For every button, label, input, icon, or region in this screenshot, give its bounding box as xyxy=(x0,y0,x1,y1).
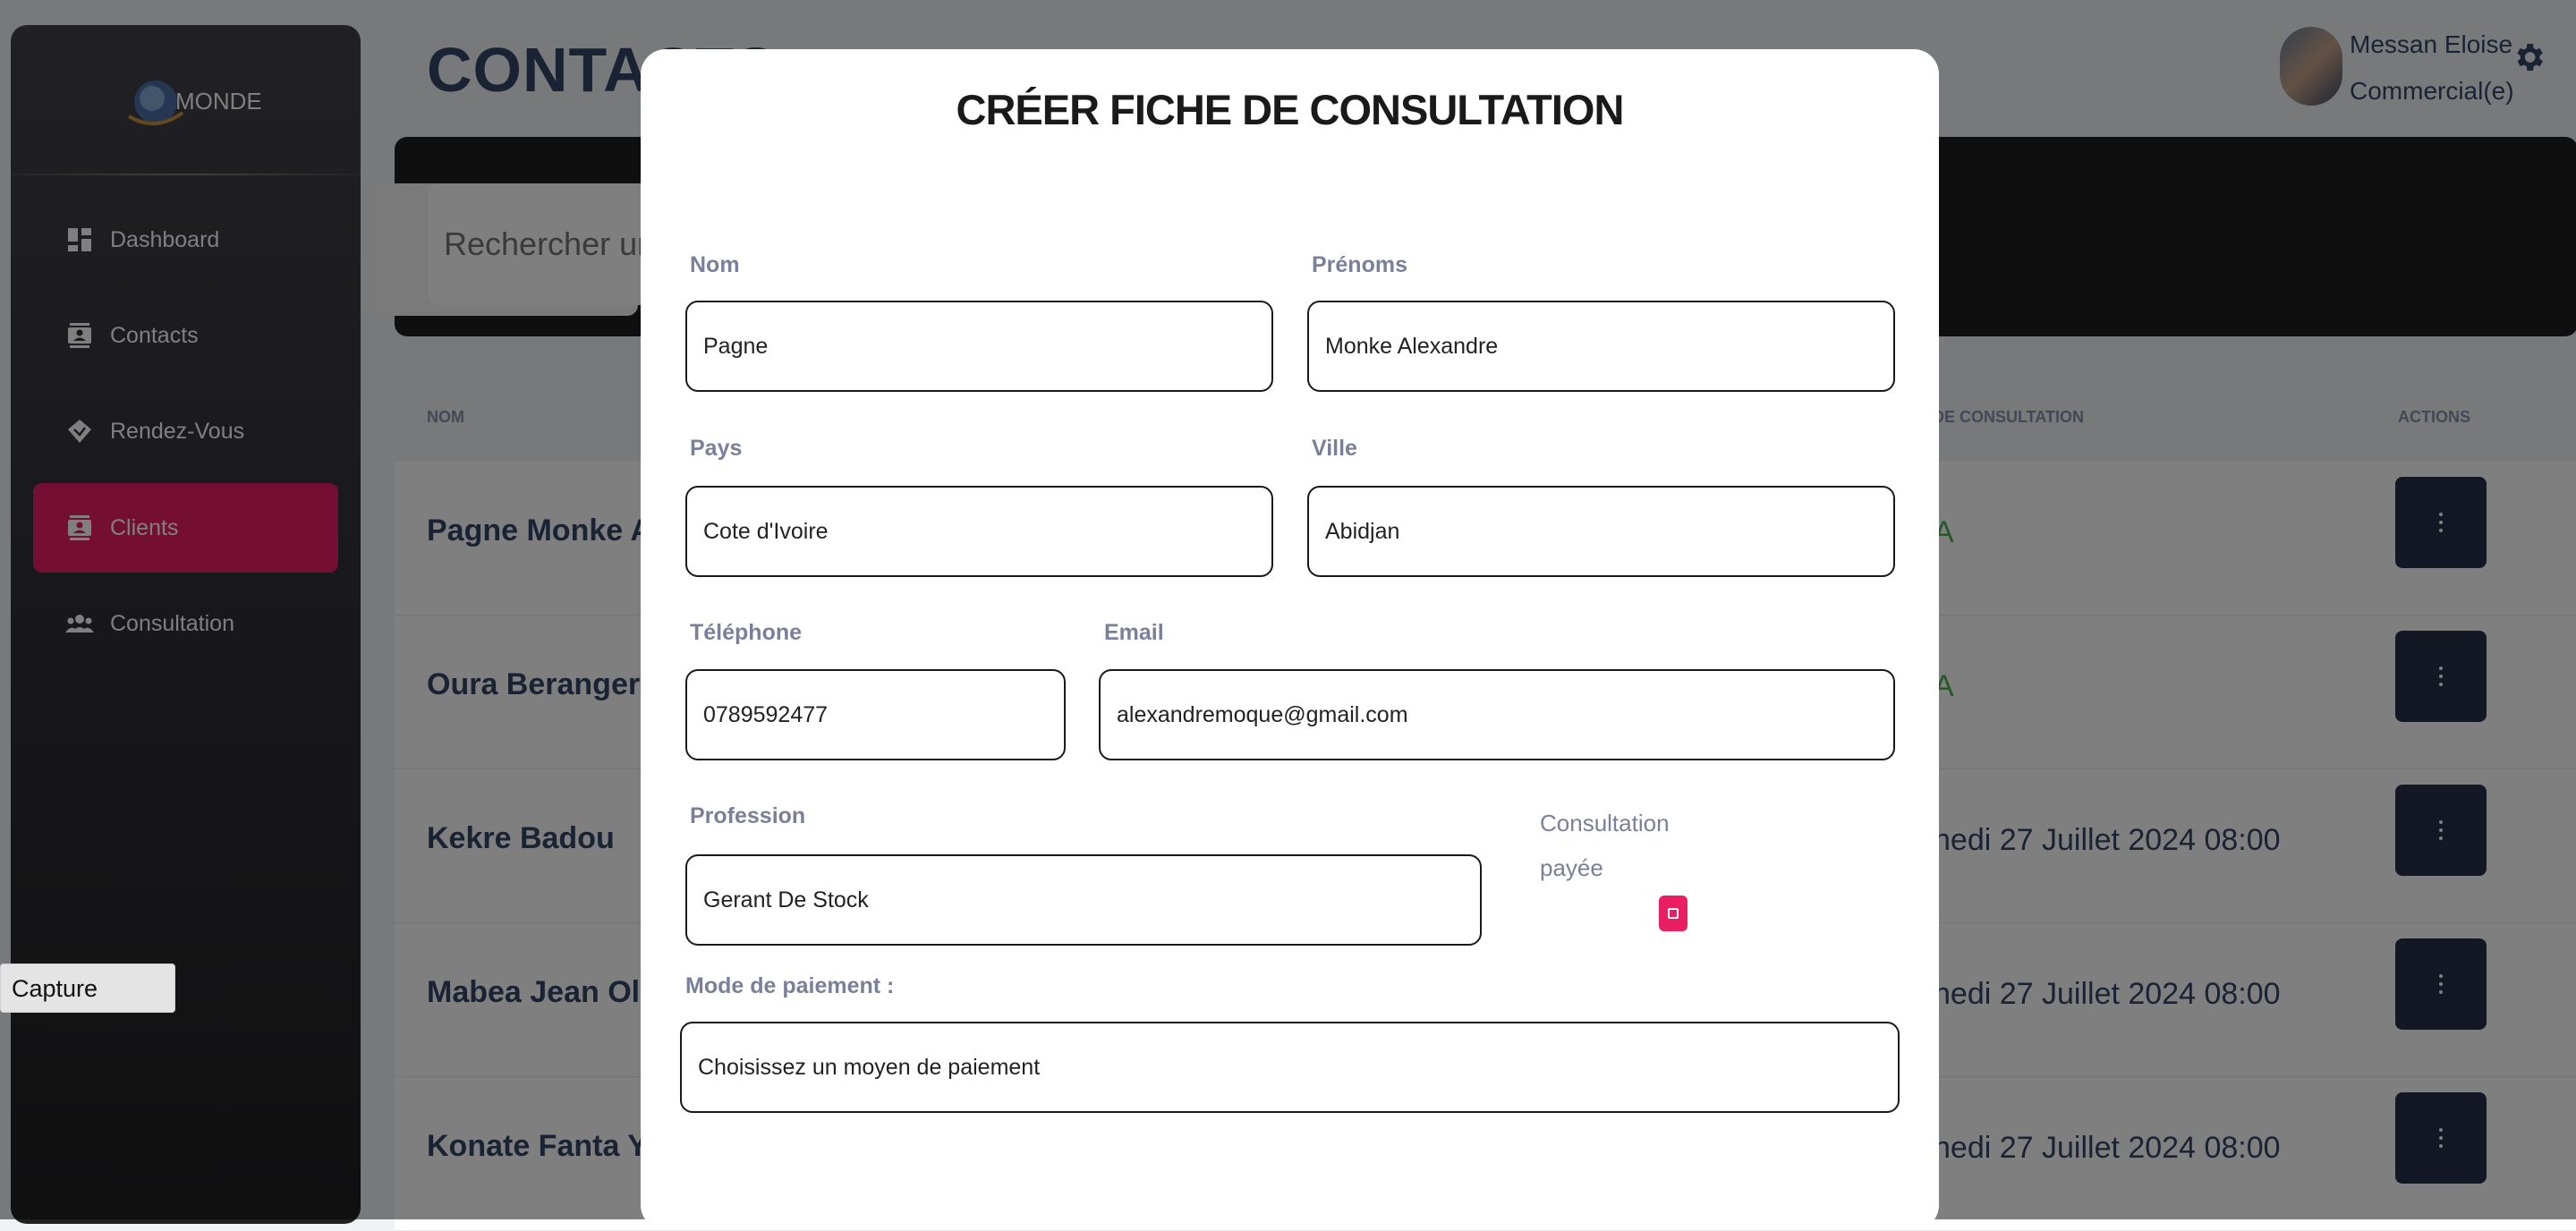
pays-field[interactable]: Cote d'Ivoire xyxy=(685,486,1273,577)
pays-label: Pays xyxy=(690,436,743,461)
payment-mode-label: Mode de paiement : xyxy=(685,973,895,998)
consultation-paid-label: Consultation payée xyxy=(1540,801,1670,890)
ville-field[interactable]: Abidjan xyxy=(1307,486,1895,577)
profession-field[interactable]: Gerant De Stock xyxy=(685,854,1482,946)
telephone-label: Téléphone xyxy=(690,620,803,645)
profession-label: Profession xyxy=(690,803,806,828)
prenoms-field[interactable]: Monke Alexandre xyxy=(1307,301,1895,392)
prenoms-label: Prénoms xyxy=(1312,252,1407,277)
paid-label-line2: payée xyxy=(1540,854,1603,881)
consultation-paid-checkbox[interactable] xyxy=(1659,896,1688,931)
email-field[interactable]: alexandremoque@gmail.com xyxy=(1099,669,1895,760)
checkbox-icon xyxy=(1668,908,1679,919)
payment-mode-select[interactable]: Choisissez un moyen de paiement xyxy=(680,1022,1900,1113)
email-label: Email xyxy=(1104,620,1164,645)
paid-label-line1: Consultation xyxy=(1540,810,1670,836)
modal-title: CRÉER FICHE DE CONSULTATION xyxy=(956,86,1625,133)
nom-label: Nom xyxy=(690,252,740,277)
create-consultation-modal: CRÉER FICHE DE CONSULTATION Nom Pagne Pr… xyxy=(641,49,1939,1230)
screenshot-tooltip: Capture d'écran xyxy=(0,964,175,1051)
ville-label: Ville xyxy=(1312,436,1357,461)
nom-field[interactable]: Pagne xyxy=(685,301,1273,392)
telephone-field[interactable]: 0789592477 xyxy=(685,669,1066,760)
